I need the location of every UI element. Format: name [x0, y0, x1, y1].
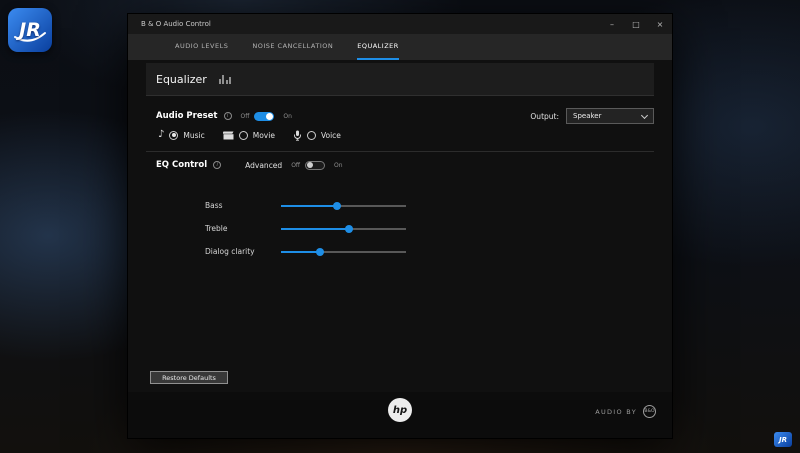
- radio-movie[interactable]: [239, 131, 248, 140]
- jr-watermark-small: JR: [774, 432, 792, 447]
- minimize-button[interactable]: –: [600, 14, 624, 34]
- eq-control-row: EQ Control i Advanced Off On: [146, 156, 654, 174]
- eq-control-label: EQ Control: [156, 160, 207, 170]
- slider-thumb[interactable]: [345, 225, 353, 233]
- audio-preset-toggle[interactable]: [254, 112, 274, 121]
- advanced-toggle[interactable]: [305, 161, 325, 170]
- slider-row-treble: Treble: [146, 217, 654, 240]
- audio-preset-label: Audio Preset: [156, 111, 218, 121]
- radio-music[interactable]: [169, 131, 178, 140]
- toggle-knob: [307, 162, 313, 168]
- toggle-on-label: On: [334, 162, 343, 169]
- chevron-down-icon: [641, 111, 648, 118]
- toggle-off-label: Off: [291, 162, 300, 169]
- section-divider: [146, 151, 654, 152]
- output-selected-value: Speaker: [573, 112, 601, 120]
- preset-voice-label: Voice: [321, 131, 341, 140]
- restore-defaults-button[interactable]: Restore Defaults: [150, 371, 228, 384]
- eq-sliders: Bass Treble Dialog clarity: [146, 194, 654, 263]
- preset-music[interactable]: ♪ Music: [158, 130, 205, 140]
- treble-slider-label: Treble: [205, 224, 281, 233]
- toggle-off-label: Off: [241, 113, 250, 120]
- tab-equalizer[interactable]: EQUALIZER: [357, 34, 399, 60]
- window-footer: hp AUDIO BY B&O: [128, 392, 672, 438]
- preset-music-label: Music: [183, 131, 204, 140]
- bass-slider[interactable]: [281, 205, 406, 207]
- output-dropdown[interactable]: Speaker: [566, 108, 654, 124]
- close-button[interactable]: ×: [648, 14, 672, 34]
- slider-fill: [281, 251, 320, 253]
- window-controls: – □ ×: [600, 14, 672, 34]
- info-icon[interactable]: i: [213, 161, 221, 169]
- movie-clapper-icon: [223, 131, 234, 140]
- preset-movie[interactable]: Movie: [223, 131, 275, 140]
- jr-watermark-text: JR: [19, 19, 41, 41]
- slider-fill: [281, 228, 349, 230]
- hp-logo: hp: [388, 398, 412, 422]
- audio-by-label: AUDIO BY: [595, 408, 637, 416]
- audio-by-branding: AUDIO BY B&O: [595, 405, 656, 418]
- radio-voice[interactable]: [307, 131, 316, 140]
- equalizer-panel: Equalizer Audio Preset i Off On Output: …: [128, 60, 672, 392]
- tab-bar: AUDIO LEVELS NOISE CANCELLATION EQUALIZE…: [128, 34, 672, 60]
- maximize-button[interactable]: □: [624, 14, 648, 34]
- preset-voice[interactable]: Voice: [293, 130, 341, 141]
- preset-options-row: ♪ Music Movie: [146, 124, 654, 146]
- audio-preset-row: Audio Preset i Off On Output: Speaker: [146, 107, 654, 125]
- toggle-knob: [266, 113, 273, 120]
- jr-watermark-logo: JR: [8, 8, 52, 52]
- page-title: Equalizer: [156, 73, 207, 86]
- info-icon[interactable]: i: [224, 112, 232, 120]
- advanced-label: Advanced: [245, 161, 282, 170]
- video-background: JR B & O Audio Control – □ × AUDIO LEVEL…: [0, 0, 800, 453]
- output-label: Output:: [530, 112, 559, 121]
- music-note-icon: ♪: [158, 130, 164, 140]
- toggle-on-label: On: [283, 113, 292, 120]
- slider-thumb[interactable]: [333, 202, 341, 210]
- dialog-clarity-slider[interactable]: [281, 251, 406, 253]
- output-group: Output: Speaker: [530, 108, 654, 124]
- equalizer-bars-icon: [219, 74, 232, 84]
- window-title: B & O Audio Control: [141, 20, 211, 28]
- preset-movie-label: Movie: [253, 131, 275, 140]
- dialog-clarity-slider-label: Dialog clarity: [205, 247, 281, 256]
- tab-noise-cancellation[interactable]: NOISE CANCELLATION: [252, 34, 333, 60]
- bang-olufsen-logo: B&O: [643, 405, 656, 418]
- bo-audio-control-window: B & O Audio Control – □ × AUDIO LEVELS N…: [128, 14, 672, 438]
- tab-audio-levels[interactable]: AUDIO LEVELS: [175, 34, 228, 60]
- window-titlebar: B & O Audio Control – □ ×: [128, 14, 672, 34]
- treble-slider[interactable]: [281, 228, 406, 230]
- slider-thumb[interactable]: [316, 248, 324, 256]
- page-header: Equalizer: [146, 63, 654, 96]
- microphone-icon: [293, 130, 302, 141]
- slider-fill: [281, 205, 337, 207]
- slider-row-bass: Bass: [146, 194, 654, 217]
- slider-row-dialog-clarity: Dialog clarity: [146, 240, 654, 263]
- bass-slider-label: Bass: [205, 201, 281, 210]
